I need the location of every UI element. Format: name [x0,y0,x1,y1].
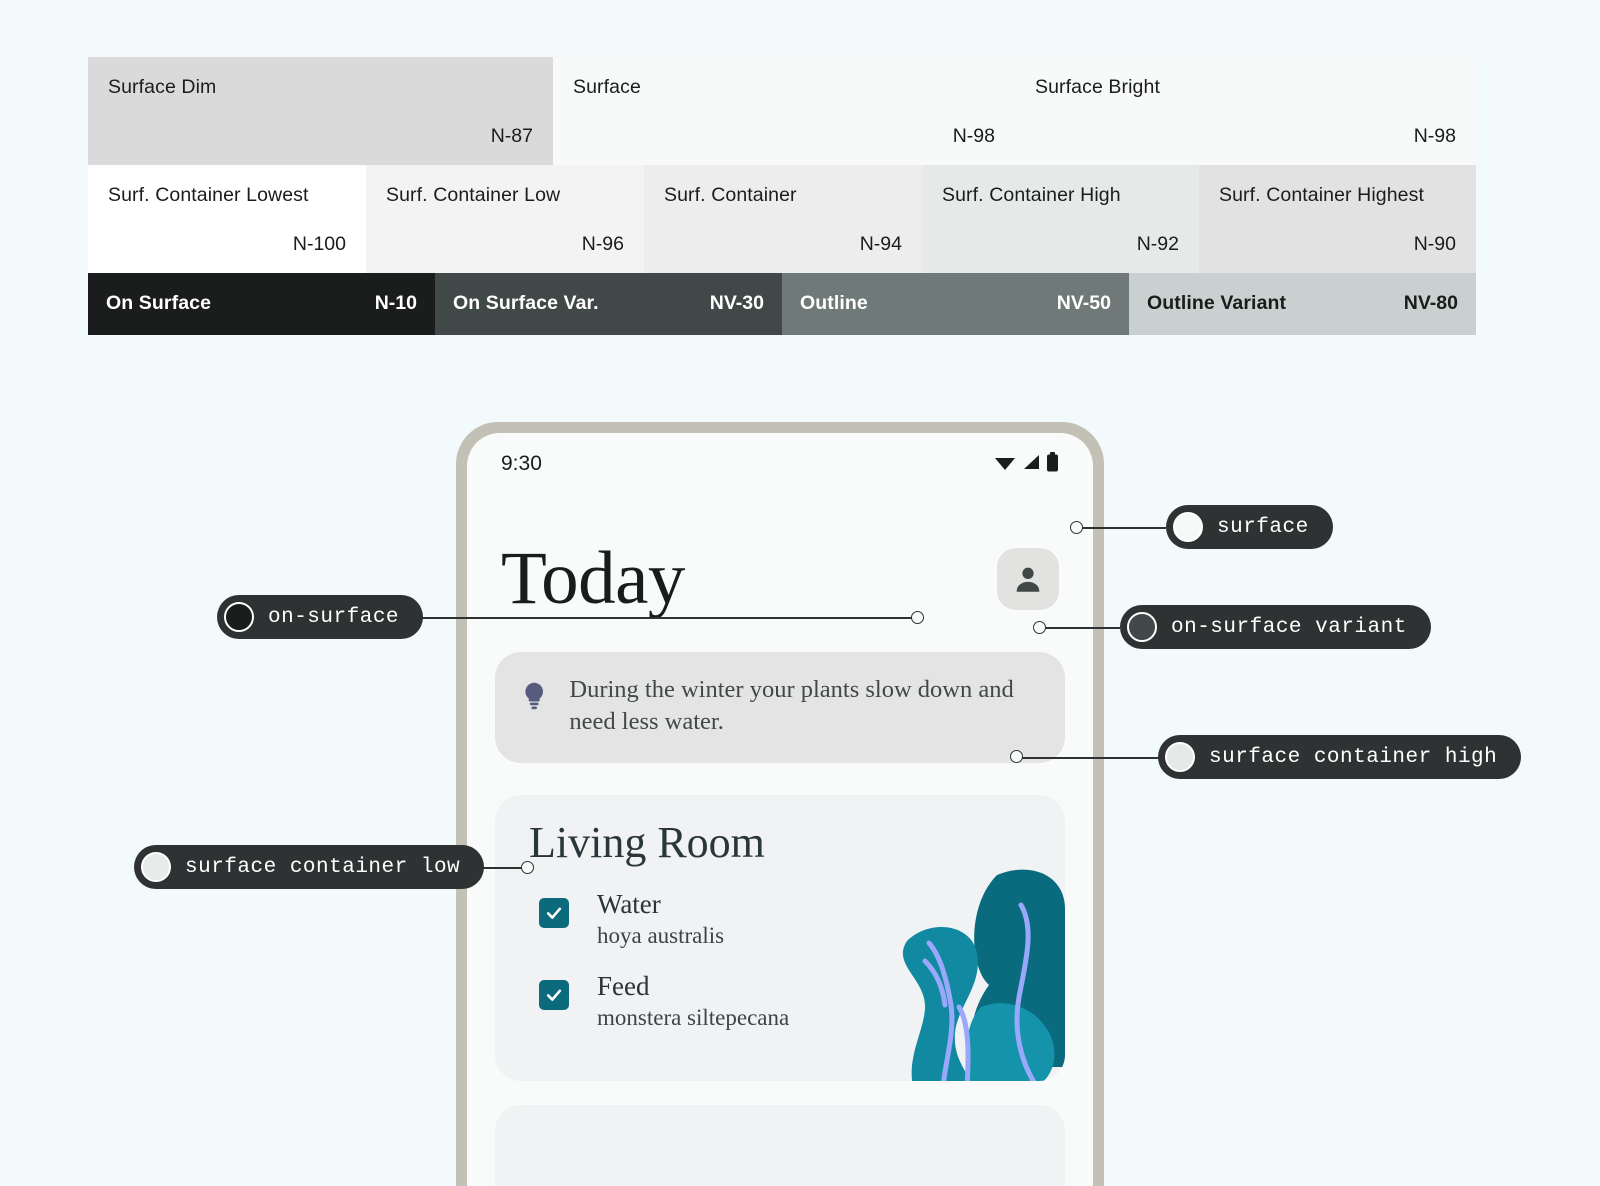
swatch-token: NV-50 [1056,292,1111,315]
swatch-label: Surf. Container [664,184,797,206]
swatch-label: Outline [800,292,868,315]
check-icon [546,907,562,919]
task-title: Feed [597,971,650,1002]
swatch-surface: Surface N-98 [553,57,1015,165]
swatch-token: N-98 [952,124,995,147]
status-bar-time: 9:30 [501,452,542,475]
lightbulb-icon [525,682,543,710]
swatch-token: N-87 [490,124,533,147]
avatar[interactable] [997,547,1059,610]
check-icon [546,989,562,1002]
swatch-outline: Outline NV-50 [782,273,1129,335]
task-subtitle: hoya australis [597,922,725,948]
swatch-token: N-100 [292,232,346,255]
person-icon [1016,567,1040,592]
swatch-surface-container-lowest: Surf. Container Lowest N-100 [88,165,366,273]
leader-dot-on-surface-variant [1033,621,1046,634]
callout-label: surface [1217,515,1309,539]
callout-chip-surface-container-low[interactable]: surface container low [134,845,485,889]
room-card[interactable]: Living Room Water hoya australis Feed mo… [495,794,1065,1081]
task-row[interactable]: Water hoya australis [495,889,1065,950]
swatch-on-surface-variant: On Surface Var. NV-30 [435,273,782,335]
callout-chip-on-surface[interactable]: on-surface [217,595,424,639]
task-row[interactable]: Feed monstera siltepecana [495,971,1065,1032]
callout-swatch-dot [1165,742,1195,772]
swatch-token: N-96 [581,232,624,255]
swatch-label: On Surface Var. [453,292,599,315]
swatch-label: Surface Bright [1035,76,1160,98]
swatch-label: Surface Dim [108,76,217,98]
page-title: Today [501,537,685,620]
wifi-icon [994,453,1016,476]
callout-chip-surface-container-high[interactable]: surface container high [1158,735,1522,779]
leader-line-on-surface [404,617,916,619]
swatch-row-on-surface: On Surface N-10 On Surface Var. NV-30 Ou… [88,273,1476,335]
task-checkbox[interactable] [539,980,569,1011]
swatch-surface-container-low: Surf. Container Low N-96 [366,165,644,273]
swatch-surface-container: Surf. Container N-94 [644,165,922,273]
callout-label: on-surface [268,605,400,629]
leader-line-surface-container-high [1022,757,1160,759]
swatch-surface-container-high: Surf. Container High N-92 [922,165,1199,273]
task-subtitle: monstera siltepecana [597,1005,790,1031]
callout-swatch-dot [141,852,171,882]
surface-swatch-table: Surface Dim N-87 Surface N-98 Surface Br… [88,57,1476,335]
swatch-label: Outline Variant [1147,292,1287,315]
swatch-token: NV-30 [709,292,764,315]
swatch-label: Surface [573,76,641,98]
task-checkbox[interactable] [539,897,569,928]
callout-label: surface container high [1209,745,1498,769]
battery-icon [1046,451,1059,477]
leader-line-on-surface-variant [1040,627,1120,629]
signal-icon [1021,453,1041,476]
swatch-outline-variant: Outline Variant NV-80 [1129,273,1476,335]
swatch-token: N-10 [374,292,417,315]
swatch-surface-bright: Surface Bright N-98 [1015,57,1476,165]
swatch-token: N-94 [859,232,902,255]
task-title: Water [597,888,661,919]
callout-label: surface container low [185,855,461,879]
swatch-on-surface: On Surface N-10 [88,273,435,335]
phone-mockup: 9:30 Today During the winter your plants… [456,422,1104,1186]
swatch-token: N-90 [1413,232,1456,255]
callout-swatch-dot [224,602,254,632]
swatch-token: N-98 [1413,124,1456,147]
task-list: Water hoya australis Feed monstera silte… [495,889,1065,1032]
room-card-title: Living Room [529,817,765,867]
callout-chip-on-surface-variant[interactable]: on-surface variant [1120,605,1431,649]
status-bar-icons [994,451,1059,477]
tip-card[interactable]: During the winter your plants slow down … [495,652,1065,763]
callout-chip-surface[interactable]: surface [1166,505,1333,549]
leader-dot-surface-container-low [521,861,534,874]
swatch-surface-container-highest: Surf. Container Highest N-90 [1199,165,1476,273]
swatch-row-surface: Surface Dim N-87 Surface N-98 Surface Br… [88,57,1476,165]
leader-dot-surface-container-high [1010,750,1023,763]
swatch-label: Surf. Container Low [386,184,561,206]
callout-swatch-dot [1173,512,1203,542]
swatch-token: NV-80 [1403,292,1458,315]
leader-dot-surface [1070,521,1083,534]
swatch-label: On Surface [106,292,212,315]
room-card-secondary[interactable] [495,1104,1065,1186]
swatch-row-surface-container: Surf. Container Lowest N-100 Surf. Conta… [88,165,1476,273]
swatch-token: N-92 [1136,232,1179,255]
status-bar: 9:30 [467,433,1093,489]
tip-card-text: During the winter your plants slow down … [569,676,1014,736]
swatch-label: Surf. Container Highest [1219,184,1424,206]
swatch-surface-dim: Surface Dim N-87 [88,57,553,165]
phone-screen: 9:30 Today During the winter your plants… [467,433,1093,1186]
leader-dot-on-surface [911,611,924,624]
callout-swatch-dot [1127,612,1157,642]
callout-label: on-surface variant [1171,615,1407,639]
app-header: Today [467,489,1093,616]
swatch-label: Surf. Container High [942,184,1121,206]
leader-line-surface [1082,527,1166,529]
swatch-label: Surf. Container Lowest [108,184,309,206]
